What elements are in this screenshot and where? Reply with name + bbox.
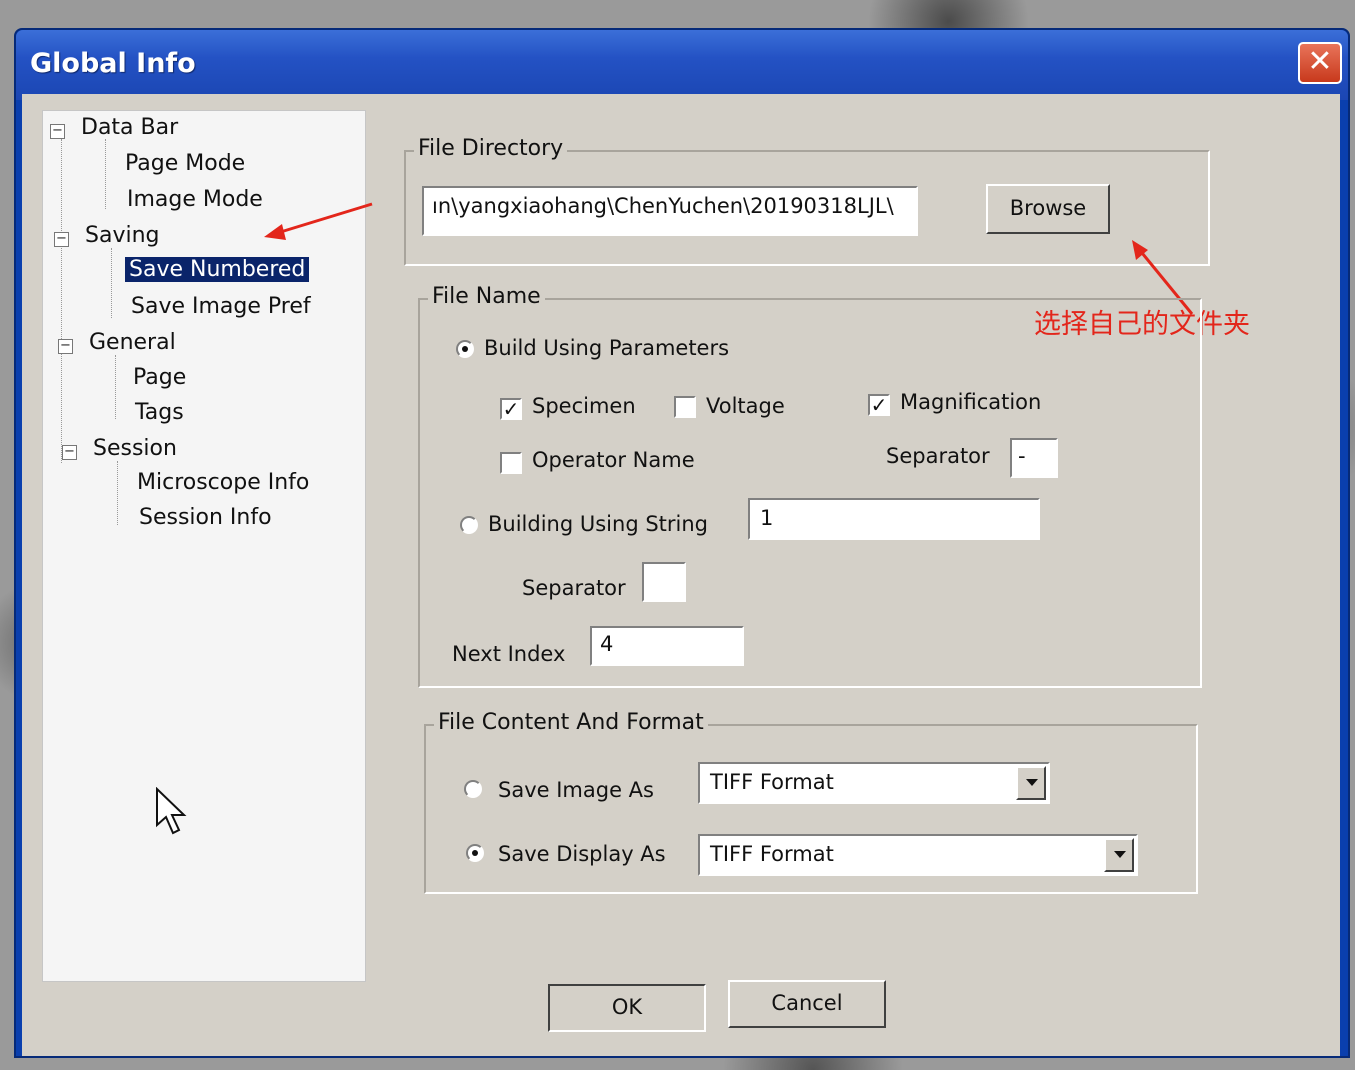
close-button[interactable]: ✕ bbox=[1298, 42, 1342, 84]
save-image-label: Save Image As bbox=[498, 778, 654, 802]
tree-connector bbox=[111, 248, 112, 318]
tree-item-label: Save Numbered bbox=[125, 257, 310, 282]
string-separator-label: Separator bbox=[522, 576, 626, 600]
string-separator-input[interactable] bbox=[642, 562, 686, 602]
tree-item-page-mode[interactable]: Page Mode bbox=[125, 151, 245, 176]
tree-item-label: Save Image Pref bbox=[131, 294, 311, 319]
tree-item-label: Session bbox=[93, 436, 177, 461]
file-directory-group: File Directory ın\yangxiaohang\ChenYuche… bbox=[404, 136, 1210, 266]
tree-connector bbox=[117, 461, 118, 525]
build-string-input[interactable]: 1 bbox=[748, 498, 1040, 540]
operator-name-checkbox[interactable] bbox=[500, 452, 522, 474]
specimen-checkbox[interactable]: ✓ bbox=[500, 398, 522, 420]
next-index-label: Next Index bbox=[452, 642, 566, 666]
save-display-label: Save Display As bbox=[498, 842, 666, 866]
magnification-label: Magnification bbox=[900, 390, 1042, 414]
cancel-button[interactable]: Cancel bbox=[728, 980, 886, 1028]
ok-button[interactable]: OK bbox=[548, 984, 706, 1032]
build-params-radio[interactable] bbox=[456, 340, 474, 358]
tree-item-label: Tags bbox=[135, 400, 184, 425]
voltage-label: Voltage bbox=[706, 394, 785, 418]
group-label: File Directory bbox=[414, 136, 568, 161]
mouse-cursor-icon bbox=[156, 787, 187, 835]
build-params-label: Build Using Parameters bbox=[484, 336, 730, 360]
collapse-icon[interactable]: − bbox=[58, 339, 73, 354]
tree-item-label: Page bbox=[133, 365, 187, 390]
tree-item-tags[interactable]: Tags bbox=[135, 400, 184, 425]
tree-item-save-numbered[interactable]: Save Numbered bbox=[125, 257, 310, 282]
red-arrow-icon bbox=[264, 202, 373, 240]
tree-item-label: Session Info bbox=[139, 505, 272, 530]
voltage-checkbox[interactable] bbox=[674, 396, 696, 418]
dialog-client-area: − Data Bar Page Mode Image Mode − Saving… bbox=[22, 94, 1340, 1056]
next-index-input[interactable]: 4 bbox=[590, 626, 744, 666]
tree-item-label: Microscope Info bbox=[137, 470, 310, 495]
chevron-down-icon[interactable] bbox=[1016, 766, 1046, 800]
tree-item-session-info[interactable]: Session Info bbox=[139, 505, 272, 530]
file-name-group: File Name Build Using Parameters ✓ Speci… bbox=[418, 284, 1202, 688]
group-label: File Content And Format bbox=[434, 710, 708, 735]
tree-connector bbox=[105, 139, 106, 209]
tree-item-save-image-pref[interactable]: Save Image Pref bbox=[131, 294, 311, 319]
tree-connector bbox=[115, 355, 116, 419]
tree-item-microscope-info[interactable]: Microscope Info bbox=[137, 470, 309, 495]
specimen-label: Specimen bbox=[532, 394, 636, 418]
save-image-format-select[interactable]: TIFF Format bbox=[698, 762, 1050, 804]
tree-item-label: Saving bbox=[85, 223, 160, 248]
directory-path-input[interactable]: ın\yangxiaohang\ChenYuchen\20190318LJL\ bbox=[422, 186, 918, 236]
tree-item-label: Image Mode bbox=[127, 187, 263, 212]
collapse-icon[interactable]: − bbox=[62, 445, 77, 460]
collapse-icon[interactable]: − bbox=[54, 232, 69, 247]
close-icon: ✕ bbox=[1307, 44, 1333, 79]
separator-label: Separator bbox=[886, 444, 990, 468]
tree-item-image-mode[interactable]: Image Mode bbox=[127, 187, 263, 212]
save-display-format-select[interactable]: TIFF Format bbox=[698, 834, 1138, 876]
save-display-radio[interactable] bbox=[466, 844, 484, 862]
tree-item-label: Page Mode bbox=[125, 151, 246, 176]
tree-item-label: Data Bar bbox=[81, 115, 179, 140]
tree-item-label: General bbox=[89, 330, 176, 355]
build-string-label: Building Using String bbox=[488, 512, 708, 536]
tree-connector bbox=[61, 139, 62, 463]
global-info-dialog: Global Info ✕ − Data Bar Page Mode Image… bbox=[14, 28, 1350, 1058]
window-title: Global Info bbox=[30, 48, 196, 79]
file-content-group: File Content And Format Save Image As TI… bbox=[424, 710, 1198, 894]
save-image-radio[interactable] bbox=[464, 780, 482, 798]
select-value: TIFF Format bbox=[710, 842, 834, 866]
build-string-radio[interactable] bbox=[460, 516, 478, 534]
browse-button[interactable]: Browse bbox=[986, 184, 1110, 234]
magnification-checkbox[interactable]: ✓ bbox=[868, 394, 890, 416]
tree-item-page[interactable]: Page bbox=[133, 365, 186, 390]
title-bar[interactable]: Global Info ✕ bbox=[16, 30, 1348, 100]
chevron-down-icon[interactable] bbox=[1104, 838, 1134, 872]
operator-name-label: Operator Name bbox=[532, 448, 695, 472]
group-label: File Name bbox=[428, 284, 545, 309]
separator-input[interactable]: - bbox=[1010, 438, 1058, 478]
collapse-icon[interactable]: − bbox=[50, 124, 65, 139]
select-value: TIFF Format bbox=[710, 770, 834, 794]
